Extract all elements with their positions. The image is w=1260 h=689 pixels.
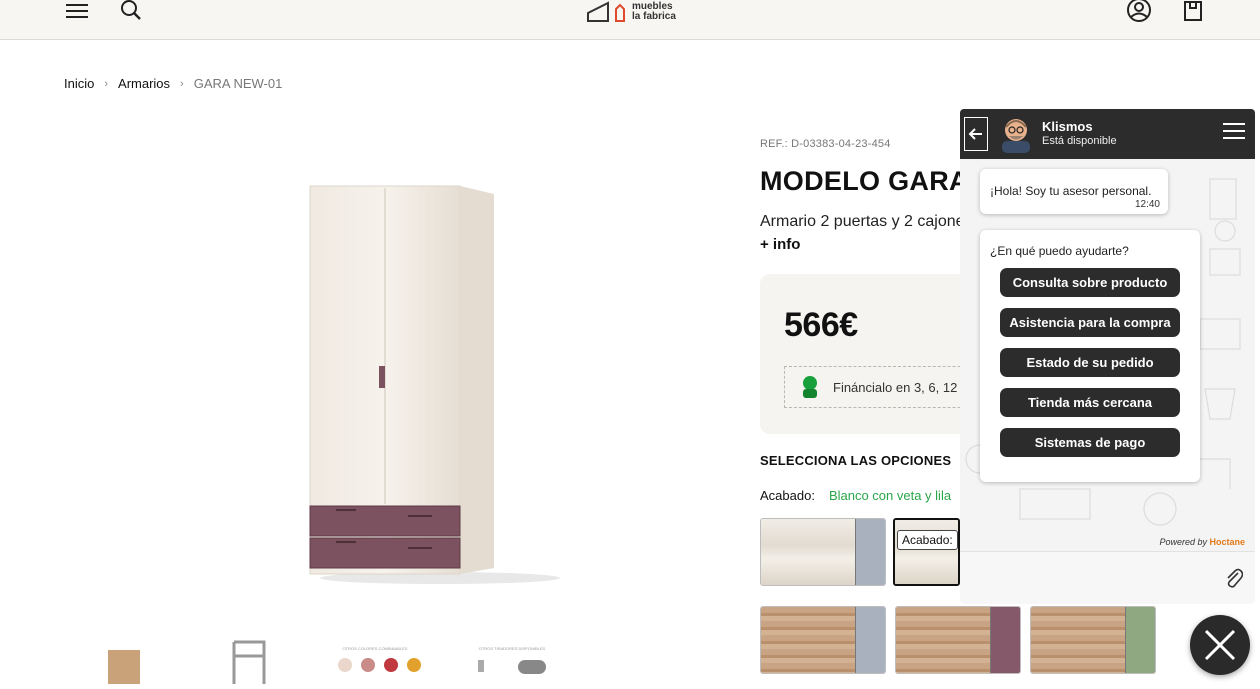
product-thumbnails: OTROS COLORES COMBINABLES OTROS TIRADORE… — [0, 630, 700, 684]
attachment-icon[interactable] — [1223, 566, 1244, 593]
thumbnail-colors[interactable]: OTROS COLORES COMBINABLES — [338, 646, 421, 672]
finish-row: Acabado: Blanco con veta y lila — [760, 488, 951, 503]
powered-by-brand[interactable]: Hoctane — [1209, 537, 1245, 547]
chat-message-options: ¿En qué puedo ayudarte? Consulta sobre p… — [980, 230, 1200, 482]
product-title: MODELO GARA — [760, 166, 969, 196]
product-subtitle: Armario 2 puertas y 2 cajone — [760, 213, 965, 230]
product-price: 566€ — [784, 306, 858, 344]
more-info-link[interactable]: + info — [760, 236, 800, 253]
chat-menu-icon[interactable] — [1223, 122, 1245, 145]
user-icon[interactable] — [1126, 0, 1152, 22]
close-chat-button[interactable] — [1190, 615, 1250, 675]
breadcrumb-armarios[interactable]: Armarios — [118, 76, 170, 91]
swatch-tooltip: Acabado: — [897, 530, 958, 550]
product-reference: REF.: D-03383-04-23-454 — [760, 138, 891, 150]
swatch-color — [855, 519, 885, 585]
agent-status: Está disponible — [1042, 135, 1117, 147]
chat-option-nearest-store[interactable]: Tienda más cercana — [1000, 388, 1180, 417]
breadcrumb-separator: › — [104, 77, 109, 90]
thumbnail-handles-label: OTROS TIRADORES DISPONIBLES — [479, 646, 546, 651]
product-image[interactable] — [300, 180, 560, 600]
finish-swatch[interactable] — [895, 606, 1021, 674]
options-question: ¿En qué puedo ayudarte? — [990, 244, 1129, 258]
breadcrumb: Inicio › Armarios › GARA NEW-01 — [64, 76, 282, 91]
financing-mascot-icon — [803, 376, 817, 398]
chat-header: Klismos Está disponible — [960, 109, 1255, 159]
chat-option-payment[interactable]: Sistemas de pago — [1000, 428, 1180, 457]
logo-house-icon — [587, 1, 625, 22]
chat-message-greeting: ¡Hola! Soy tu asesor personal. 12:40 — [980, 169, 1168, 214]
breadcrumb-current: GARA NEW-01 — [193, 76, 283, 91]
greeting-text: ¡Hola! Soy tu asesor personal. — [990, 184, 1152, 198]
swatch-color — [990, 607, 1020, 673]
thumbnail-wood[interactable] — [108, 650, 140, 684]
cart-icon[interactable] — [1182, 0, 1204, 22]
finish-swatch[interactable] — [760, 606, 886, 674]
agent-avatar — [1002, 119, 1030, 153]
thumbnail-handles[interactable]: OTROS TIRADORES DISPONIBLES — [478, 646, 546, 674]
finish-swatch[interactable] — [1030, 606, 1156, 674]
close-icon — [1204, 629, 1236, 661]
agent-name: Klismos — [1042, 119, 1093, 134]
menu-icon[interactable] — [64, 0, 90, 22]
swatch-color — [1125, 607, 1155, 673]
search-icon[interactable] — [118, 0, 144, 22]
chat-option-product[interactable]: Consulta sobre producto — [1000, 268, 1180, 297]
finish-value: Blanco con veta y lila — [828, 488, 952, 503]
greeting-time: 12:40 — [1134, 199, 1160, 210]
breadcrumb-separator: › — [180, 77, 184, 90]
powered-by: Powered by Hoctane — [1159, 537, 1245, 547]
thumbnail-frame[interactable] — [232, 640, 266, 684]
thumbnail-colors-label: OTROS COLORES COMBINABLES — [343, 646, 408, 651]
chat-messages: ¡Hola! Soy tu asesor personal. 12:40 ¿En… — [960, 159, 1255, 551]
financing-text: Fináncialo en 3, 6, 12 — [833, 379, 958, 395]
chat-exit-icon[interactable] — [964, 117, 988, 151]
logo-line-2: la fabrica — [632, 11, 676, 22]
powered-by-label: Powered by — [1159, 537, 1207, 547]
finish-label: Acabado: — [760, 488, 815, 503]
swatch-color — [855, 607, 885, 673]
site-logo[interactable]: muebles la fabrica — [586, 0, 676, 24]
chat-widget: Klismos Está disponible ¡Hola! Soy tu as… — [960, 109, 1255, 604]
chat-input-bar[interactable] — [960, 551, 1255, 604]
chat-option-purchase[interactable]: Asistencia para la compra — [1000, 308, 1180, 337]
options-title: SELECCIONA LAS OPCIONES — [760, 453, 952, 468]
breadcrumb-home[interactable]: Inicio — [64, 76, 94, 91]
finish-swatch[interactable] — [760, 518, 886, 586]
site-header: muebles la fabrica — [0, 0, 1260, 40]
finish-swatch-selected[interactable]: Acabado: — [893, 518, 960, 586]
chat-option-order-status[interactable]: Estado de su pedido — [1000, 348, 1180, 377]
